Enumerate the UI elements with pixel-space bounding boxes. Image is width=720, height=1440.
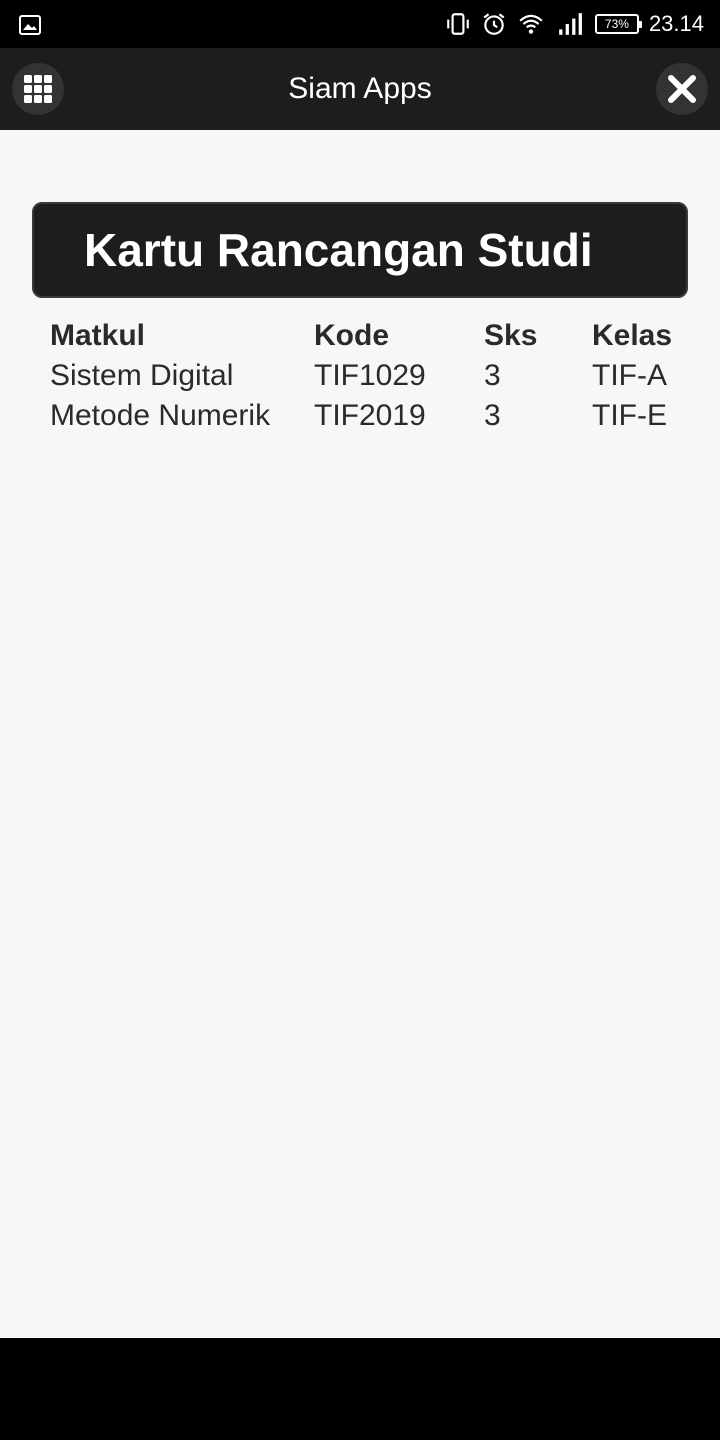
app-bar: Siam Apps [0,48,720,130]
close-button[interactable] [656,63,708,115]
navigation-bar [0,1338,720,1440]
signal-icon [559,13,582,35]
table-row: Metode Numerik TIF2019 3 TIF-E [50,396,682,436]
column-header-kode: Kode [314,319,389,352]
column-header-kelas: Kelas [592,319,673,352]
course-table: Matkul Kode Sks Kelas Sistem Digital TIF… [50,316,682,436]
table-row: Sistem Digital TIF1029 3 TIF-A [50,356,682,396]
column-header-sks: Sks [484,319,538,352]
cell-matkul: Metode Numerik [50,399,271,432]
cell-kode: TIF1029 [314,359,426,392]
menu-button[interactable] [12,63,64,115]
image-icon [19,15,41,35]
vibrate-icon [447,13,469,35]
battery-level: 73% [604,17,629,31]
table-header-row: Matkul Kode Sks Kelas [50,316,682,356]
wifi-icon [519,14,543,34]
cell-matkul: Sistem Digital [50,359,234,392]
app-title: Siam Apps [288,72,432,105]
cell-kelas: TIF-A [592,359,667,392]
column-header-matkul: Matkul [50,319,146,352]
status-icons: 73% 23.14 [445,0,704,48]
cell-kelas: TIF-E [592,399,667,432]
close-icon [668,75,696,103]
page-header-card: Kartu Rancangan Studi [32,202,688,298]
alarm-icon [483,13,505,35]
cell-sks: 3 [484,399,501,432]
grid-icon [24,75,52,103]
cell-kode: TIF2019 [314,399,426,432]
battery-icon: 73% [594,14,642,34]
page-title: Kartu Rancangan Studi [84,224,593,276]
cell-sks: 3 [484,359,501,392]
status-bar: 73% 23.14 [0,0,720,48]
clock: 23.14 [648,11,704,36]
